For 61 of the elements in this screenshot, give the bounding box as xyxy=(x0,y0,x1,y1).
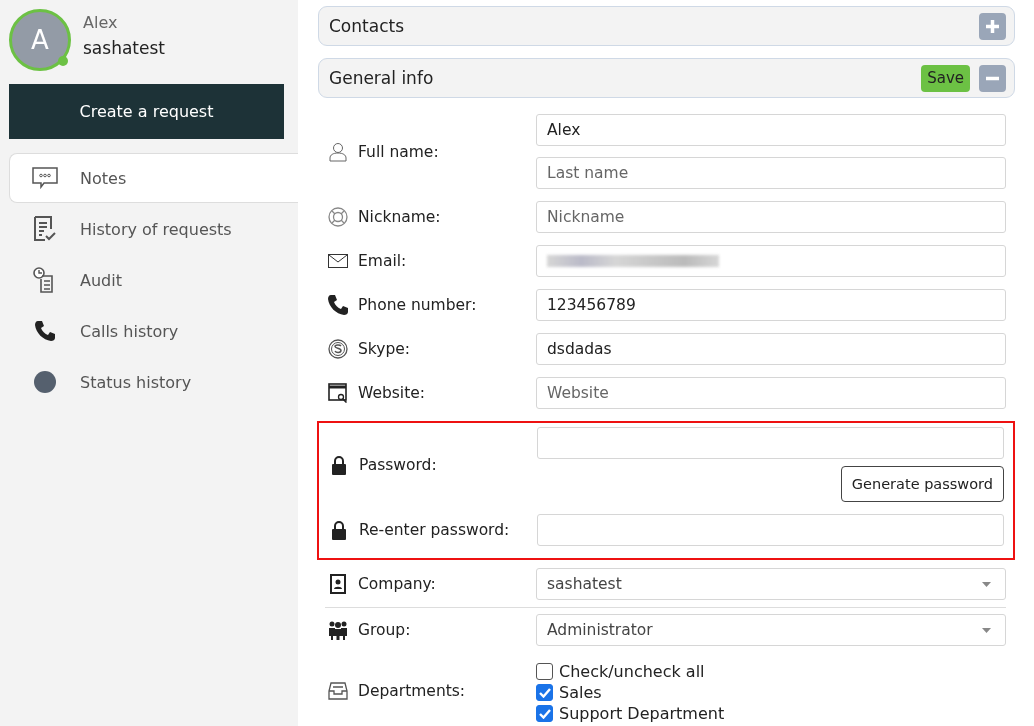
password-field[interactable] xyxy=(537,427,1004,459)
field-label: Nickname: xyxy=(358,208,441,226)
password-field[interactable] xyxy=(537,514,1004,546)
user-login: sashatest xyxy=(83,38,165,58)
skype-icon xyxy=(327,339,348,359)
expand-button[interactable] xyxy=(979,12,1006,40)
text-field[interactable]: Last name xyxy=(536,157,1006,189)
text-field[interactable]: Nickname xyxy=(536,201,1006,233)
sidebar-item[interactable]: Status history xyxy=(9,357,298,407)
checkbox[interactable] xyxy=(536,684,553,701)
panel-title: Contacts xyxy=(329,16,405,36)
checkbox[interactable] xyxy=(536,705,553,722)
field-label: Website: xyxy=(358,384,425,402)
field-label: Skype: xyxy=(358,340,411,358)
envelope-icon xyxy=(327,254,348,268)
avatar-letter: A xyxy=(31,25,49,55)
dropdown[interactable]: Administrator xyxy=(536,614,1006,646)
plus-icon xyxy=(985,18,1000,34)
text-field[interactable]: 123456789 xyxy=(536,289,1006,321)
phone-icon xyxy=(326,294,349,316)
caret-icon xyxy=(982,627,991,633)
create-request-button[interactable]: Create a request xyxy=(9,84,284,139)
checkbox-label: Sales xyxy=(559,683,602,702)
email-field[interactable] xyxy=(536,245,1006,277)
circle-icon xyxy=(34,371,56,393)
people-group-icon xyxy=(326,620,349,640)
generate-password-button[interactable]: Generate password xyxy=(840,466,1004,502)
text-field[interactable]: Alex xyxy=(536,114,1006,146)
field-label: Group: xyxy=(358,621,411,639)
chat-icon xyxy=(32,167,58,189)
sidebar-item[interactable]: Notes xyxy=(9,153,298,203)
field-label: Departments: xyxy=(358,681,466,700)
inbox-tray-icon xyxy=(327,681,348,700)
sidebar-item[interactable]: History of requests xyxy=(9,204,298,254)
sidebar-item[interactable]: Calls history xyxy=(9,306,298,356)
lock-icon xyxy=(330,454,347,475)
checkbox-label: Check/uncheck all xyxy=(559,662,705,681)
checkbox[interactable] xyxy=(536,663,553,680)
field-label: Company: xyxy=(358,575,436,593)
field-label: Phone number: xyxy=(358,296,477,314)
save-button[interactable]: Save xyxy=(921,64,970,92)
lock-icon xyxy=(330,520,347,540)
dropdown[interactable]: sashatest xyxy=(536,568,1006,600)
collapse-button[interactable] xyxy=(979,64,1006,92)
caret-icon xyxy=(982,581,991,587)
person-icon xyxy=(328,141,347,162)
id-badge-icon xyxy=(329,574,346,594)
lifebuoy-icon xyxy=(327,207,348,227)
field-label: Email: xyxy=(358,252,407,270)
sidebar-item[interactable]: Audit xyxy=(9,255,298,305)
field-label: Full name: xyxy=(358,142,439,161)
user-name: Alex xyxy=(83,13,119,32)
checkbox-label: Support Department xyxy=(559,704,725,723)
text-field[interactable]: dsdadas xyxy=(536,333,1006,365)
text-field[interactable]: Website xyxy=(536,377,1006,409)
field-label: Password: xyxy=(359,455,437,474)
panel-title: General info xyxy=(329,68,435,88)
checklist-icon xyxy=(32,216,58,242)
phone-icon xyxy=(34,320,56,342)
field-label: Re-enter password: xyxy=(359,521,510,539)
browser-window-icon xyxy=(327,383,348,403)
